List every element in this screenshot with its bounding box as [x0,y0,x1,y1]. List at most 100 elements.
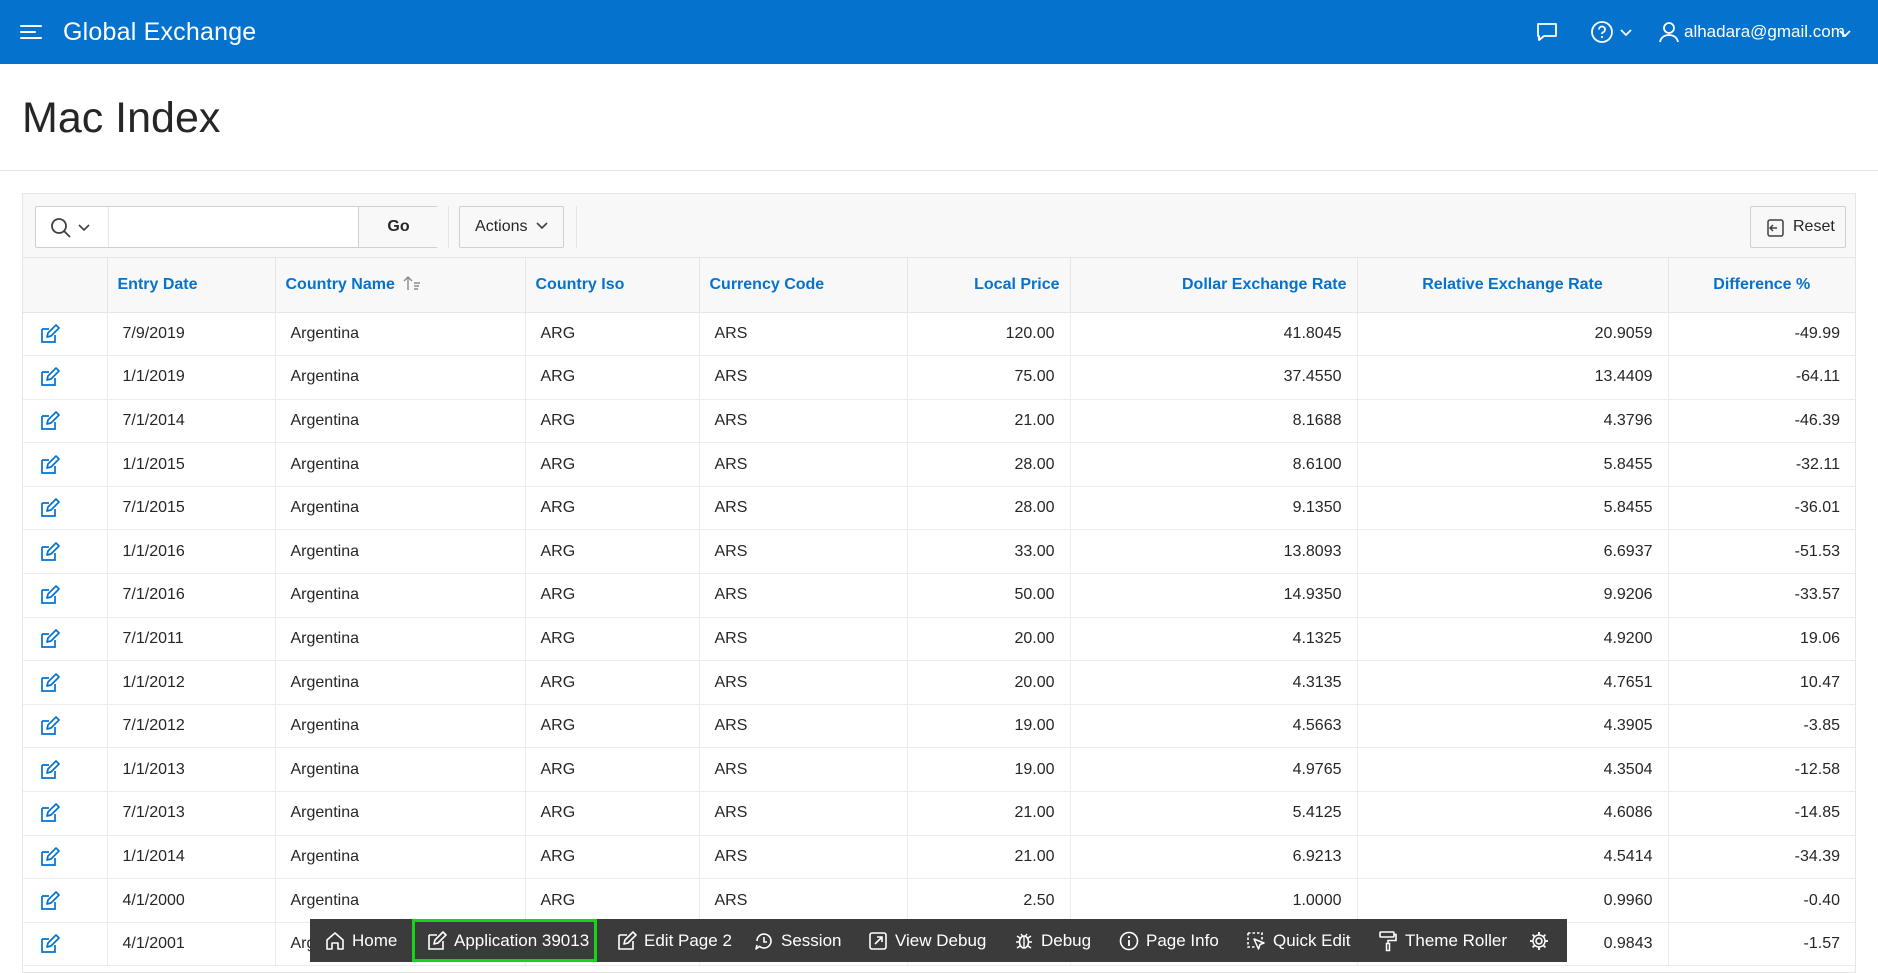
cell-currency-code: ARS [699,442,908,487]
cell-dollar-exchange-rate: 14.9350 [1070,573,1358,618]
cell-relative-exchange-rate: 5.8455 [1357,442,1669,487]
cell-entry-date: 1/1/2013 [107,747,276,793]
edit-icon[interactable] [40,411,60,431]
edit-icon[interactable] [40,934,60,954]
dev-edit-page-button[interactable]: Edit Page 2 [616,919,732,962]
cell-local-price: 21.00 [907,835,1071,880]
cell-entry-date: 1/1/2016 [107,529,276,575]
dev-page-info-button[interactable]: Page Info [1118,919,1219,962]
edit-icon[interactable] [40,454,60,475]
cell-dollar-exchange-rate: 9.1350 [1070,486,1358,531]
edit-icon[interactable] [40,803,60,823]
cell-currency-code: ARS [699,486,908,531]
search-column-button[interactable] [36,207,108,247]
cell-difference: 10.47 [1668,660,1855,705]
user-menu-label[interactable]: alhadara@gmail.com [1684,22,1845,42]
search-icon [51,218,71,238]
edit-icon[interactable] [40,498,60,518]
cell-local-price: 20.00 [907,617,1071,662]
chevron-down-icon[interactable] [1839,27,1851,39]
cell-country-name: Argentina [275,312,526,357]
cell-relative-exchange-rate: 4.3905 [1357,704,1669,749]
dev-session-button[interactable]: Session [753,919,841,962]
developer-toolbar: Home Application 39013 Edit Page 2 Sessi… [310,919,1567,962]
cell-entry-date: 7/1/2013 [107,791,276,836]
column-header-entry-date[interactable]: Entry Date [107,258,276,313]
cell-dollar-exchange-rate: 5.4125 [1070,791,1358,836]
dev-settings-button[interactable] [1528,919,1556,962]
column-header-currency-code[interactable]: Currency Code [699,258,908,313]
dev-debug-button[interactable]: Debug [1013,919,1091,962]
search-bar: Go [35,206,438,248]
column-header-country-name[interactable]: Country Name [275,258,526,313]
go-button[interactable]: Go [358,207,438,247]
cell-currency-code: ARS [699,399,908,444]
cell-difference: -33.57 [1668,573,1855,618]
cell-country-name: Argentina [275,747,526,793]
cell-country-iso: ARG [525,878,700,923]
cell-currency-code: ARS [699,617,908,662]
edit-icon[interactable] [40,847,60,867]
edit-icon[interactable] [40,759,60,780]
cell-local-price: 19.00 [907,704,1071,749]
edit-icon[interactable] [40,585,60,605]
actions-button[interactable]: Actions [459,206,564,248]
edit-icon[interactable] [40,629,60,649]
edit-icon[interactable] [40,672,60,693]
column-header-country-iso[interactable]: Country Iso [525,258,700,313]
cell-difference: -34.39 [1668,835,1855,880]
cell-relative-exchange-rate: 13.4409 [1357,355,1669,400]
reset-button[interactable]: Reset [1750,206,1846,248]
cell-relative-exchange-rate: 9.9206 [1357,573,1669,618]
cell-dollar-exchange-rate: 4.5663 [1070,704,1358,749]
edit-column-header [23,258,108,313]
reset-icon [1767,219,1784,237]
edit-icon[interactable] [40,716,60,736]
cell-currency-code: ARS [699,791,908,836]
cell-dollar-exchange-rate: 37.4550 [1070,355,1358,400]
cell-currency-code: ARS [699,878,908,923]
edit-icon[interactable] [40,323,60,344]
cell-entry-date: 4/1/2000 [107,878,276,923]
app-title[interactable]: Global Exchange [63,18,256,47]
interactive-report: Go Actions Reset Entry Date Country Name… [22,193,1856,973]
dev-theme-roller-button[interactable]: Theme Roller [1377,919,1507,962]
table-row: 7/1/2011 Argentina ARG ARS 20.00 4.1325 4.9200… [23,617,1855,662]
cell-country-name: Argentina [275,442,526,487]
help-menu[interactable] [1590,20,1640,44]
cell-currency-code: ARS [699,529,908,575]
dev-quick-edit-label: Quick Edit [1273,930,1351,950]
table-row: 1/1/2014 Argentina ARG ARS 21.00 6.9213 4.5414… [23,835,1855,880]
chat-icon[interactable] [1535,20,1559,44]
cell-local-price: 21.00 [907,399,1071,444]
cell-relative-exchange-rate: 6.6937 [1357,529,1669,575]
edit-icon[interactable] [40,541,60,562]
cell-relative-exchange-rate: 4.3504 [1357,747,1669,793]
edit-icon[interactable] [40,890,60,911]
edit-icon[interactable] [40,367,60,387]
column-header-difference[interactable]: Difference % [1668,258,1855,313]
user-icon[interactable] [1658,20,1682,44]
dev-home-button[interactable]: Home [324,919,397,962]
dev-view-debug-button[interactable]: View Debug [867,919,986,962]
dev-application-button[interactable]: Application 39013 [412,919,597,962]
cell-relative-exchange-rate: 4.7651 [1357,660,1669,705]
reset-label: Reset [1793,218,1835,235]
menu-icon[interactable] [20,22,44,42]
cell-local-price: 21.00 [907,791,1071,836]
column-header-local-price[interactable]: Local Price [907,258,1071,313]
edit-cell [23,486,108,531]
search-input[interactable] [108,207,358,247]
cell-currency-code: ARS [699,355,908,400]
cell-entry-date: 7/1/2016 [107,573,276,618]
cell-difference: -51.53 [1668,529,1855,575]
column-header-dollar-exchange-rate[interactable]: Dollar Exchange Rate [1070,258,1358,313]
home-icon [326,931,344,950]
cell-local-price: 20.00 [907,660,1071,705]
dev-quick-edit-button[interactable]: Quick Edit [1245,919,1350,962]
cell-country-iso: ARG [525,355,700,400]
cell-local-price: 33.00 [907,529,1071,575]
dev-application-label: Application 39013 [454,930,590,950]
column-header-relative-exchange-rate[interactable]: Relative Exchange Rate [1357,258,1669,313]
table-row: 1/1/2016 Argentina ARG ARS 33.00 13.8093 6.693… [23,529,1855,575]
